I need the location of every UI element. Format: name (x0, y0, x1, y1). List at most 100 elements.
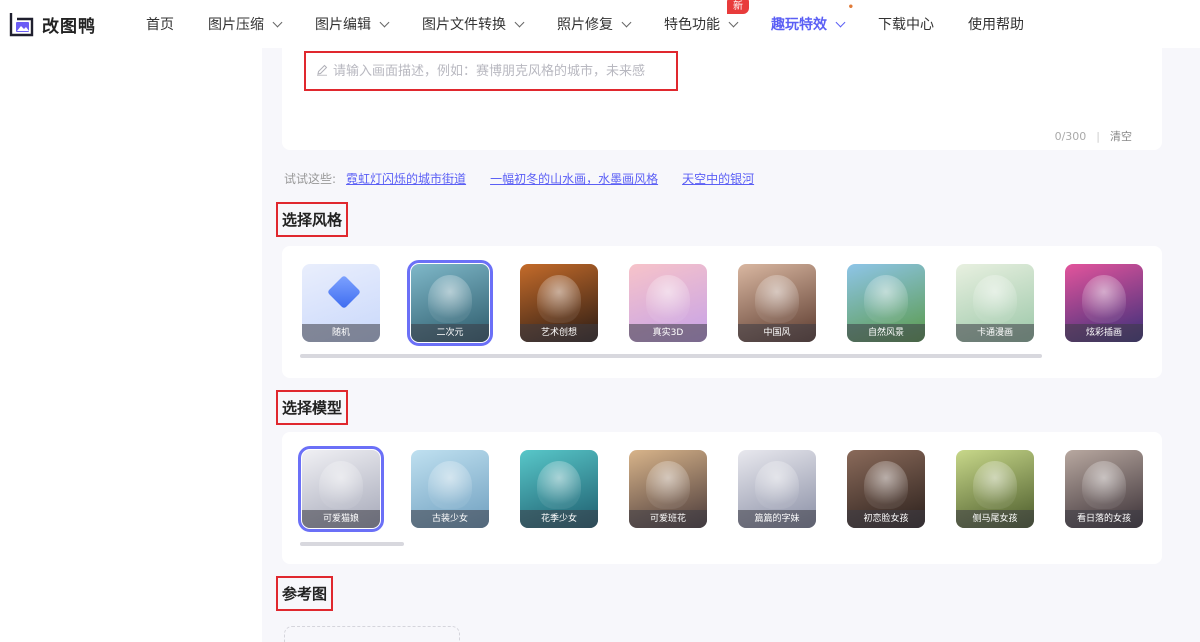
suggestion-link[interactable]: 霓虹灯闪烁的城市街道 (346, 170, 466, 187)
nav-item[interactable]: 图片文件转换 (422, 14, 525, 34)
model-option-label: 篇篇的字妹 (738, 510, 816, 528)
style-option-label: 自然风景 (847, 324, 925, 342)
clear-button[interactable]: 清空 (1110, 128, 1132, 144)
chevron-down-icon (272, 17, 283, 27)
style-option[interactable]: 二次元 (407, 260, 493, 346)
hot-dot-icon: • (847, 2, 854, 13)
style-option[interactable]: 卡通漫画 (956, 264, 1034, 342)
style-scrollbar[interactable] (300, 354, 1042, 358)
model-option-label: 可爱猫娘 (302, 510, 380, 528)
reference-upload-area[interactable] (284, 626, 460, 642)
model-thumbnail-image (537, 460, 581, 510)
model-option-label: 花季少女 (520, 510, 598, 528)
model-option-label: 看日落的女孩 (1065, 510, 1143, 528)
model-option[interactable]: 可爱猫娘 (298, 446, 384, 532)
nav-item[interactable]: 首页 (146, 14, 174, 34)
nav-item[interactable]: 照片修复 (557, 14, 632, 34)
model-option-label: 初恋脸女孩 (847, 510, 925, 528)
prompt-placeholder: 请输入画面描述，例如：赛博朋克风格的城市，未来感 (333, 64, 646, 79)
nav-item-label: 图片编辑 (315, 17, 371, 33)
divider: | (1096, 129, 1100, 143)
nav-item[interactable]: 图片压缩 (208, 14, 283, 34)
style-option[interactable]: 中国风 (738, 264, 816, 342)
style-option-label: 中国风 (738, 324, 816, 342)
model-option[interactable]: 花季少女 (520, 450, 598, 528)
style-option[interactable]: 真实3D (629, 264, 707, 342)
nav-item[interactable]: 下载中心 (878, 14, 934, 34)
chevron-down-icon (835, 17, 846, 27)
nav-item-label: 图片压缩 (208, 17, 264, 33)
suggestion-link[interactable]: 天空中的银河 (682, 170, 754, 187)
nav-item-label: 首页 (146, 17, 174, 33)
model-option[interactable]: 篇篇的字妹 (738, 450, 816, 528)
logo-icon (9, 13, 34, 37)
suggestions: 试试这些: 霓虹灯闪烁的城市街道 一幅初冬的山水画，水墨画风格 天空中的银河 (284, 170, 778, 187)
style-option-label: 二次元 (411, 324, 489, 342)
chevron-down-icon (621, 17, 632, 27)
nav-item[interactable]: 特色功能新 (664, 0, 749, 34)
logo[interactable]: 改图鸭 (8, 11, 96, 37)
model-option[interactable]: 侧马尾女孩 (956, 450, 1034, 528)
style-thumbnail-image (755, 274, 799, 324)
model-panel: 可爱猫娘 古装少女 花季少女 可爱班花 篇篇的字妹 初恋脸女孩 侧马尾女孩 看日落的女孩 (282, 432, 1162, 564)
nav-item[interactable]: 图片编辑 (315, 14, 390, 34)
main-nav: 首页 图片压缩 图片编辑 图片文件转换 照片修复 特色功能新趣玩特效 • 下载中心 使用帮助 (146, 0, 1058, 34)
reference-section-title: 参考图 (276, 576, 334, 611)
style-thumbnail-image (646, 274, 690, 324)
pencil-icon (317, 64, 328, 76)
model-thumbnail-image (973, 460, 1017, 510)
diamond-icon (327, 275, 361, 309)
model-option-label: 古装少女 (411, 510, 489, 528)
nav-item-label: 特色功能 (664, 17, 720, 33)
nav-item-label: 趣玩特效 (771, 17, 827, 33)
nav-item-label: 下载中心 (878, 17, 934, 33)
char-count: 0/300 (1054, 129, 1087, 143)
model-thumbnail-image (755, 460, 799, 510)
prompt-input[interactable]: 请输入画面描述，例如：赛博朋克风格的城市，未来感 (316, 60, 676, 79)
nav-item[interactable]: 使用帮助 (968, 14, 1024, 34)
app-name: 改图鸭 (42, 16, 96, 37)
style-option-label: 艺术创想 (520, 324, 598, 342)
model-option-label: 可爱班花 (629, 510, 707, 528)
model-section-title: 选择模型 (276, 390, 349, 425)
style-thumbnail-image (1082, 274, 1126, 324)
style-option[interactable]: 炫彩插画 (1065, 264, 1143, 342)
nav-item-label: 图片文件转换 (422, 17, 506, 33)
model-thumbnail-image (646, 460, 690, 510)
model-option[interactable]: 初恋脸女孩 (847, 450, 925, 528)
model-option[interactable]: 看日落的女孩 (1065, 450, 1143, 528)
style-thumbnail-image (428, 274, 472, 324)
nav-item-label: 使用帮助 (968, 17, 1024, 33)
model-option[interactable]: 可爱班花 (629, 450, 707, 528)
style-option[interactable]: 自然风景 (847, 264, 925, 342)
style-option-label: 卡通漫画 (956, 324, 1034, 342)
nav-item[interactable]: 趣玩特效 • (771, 2, 854, 34)
style-option-label: 真实3D (629, 324, 707, 342)
model-option-label: 侧马尾女孩 (956, 510, 1034, 528)
main-content: 请输入画面描述，例如：赛博朋克风格的城市，未来感 0/300 | 清空 试试这些… (262, 48, 1200, 642)
model-thumbnail-image (319, 460, 363, 510)
new-badge: 新 (727, 0, 749, 14)
style-section-title: 选择风格 (276, 202, 349, 237)
style-thumbnail-image (864, 274, 908, 324)
suggestion-link[interactable]: 一幅初冬的山水画，水墨画风格 (490, 170, 658, 187)
model-option[interactable]: 古装少女 (411, 450, 489, 528)
model-thumbnail-image (1082, 460, 1126, 510)
style-thumbnail-image (537, 274, 581, 324)
nav-item-label: 照片修复 (557, 17, 613, 33)
style-option[interactable]: 艺术创想 (520, 264, 598, 342)
style-option-label: 炫彩插画 (1065, 324, 1143, 342)
top-nav-bar: 改图鸭 首页 图片压缩 图片编辑 图片文件转换 照片修复 特色功能新趣玩特效 • 下载中心 使用… (0, 0, 1200, 48)
chevron-down-icon (728, 17, 739, 27)
model-scrollbar[interactable] (300, 542, 404, 546)
suggestions-label: 试试这些: (284, 172, 337, 186)
style-thumbnail-image (973, 274, 1017, 324)
model-thumbnail-image (864, 460, 908, 510)
prompt-meta: 0/300 | 清空 (1055, 128, 1132, 144)
style-option-label: 随机 (302, 324, 380, 342)
chevron-down-icon (514, 17, 525, 27)
style-panel: 随机 二次元 艺术创想 真实3D 中国风 自然风景 卡通漫画 炫彩插画 (282, 246, 1162, 378)
style-option[interactable]: 随机 (302, 264, 380, 342)
model-list: 可爱猫娘 古装少女 花季少女 可爱班花 篇篇的字妹 初恋脸女孩 侧马尾女孩 看日落的女孩 (298, 446, 1174, 532)
style-list: 随机 二次元 艺术创想 真实3D 中国风 自然风景 卡通漫画 炫彩插画 (302, 260, 1174, 346)
